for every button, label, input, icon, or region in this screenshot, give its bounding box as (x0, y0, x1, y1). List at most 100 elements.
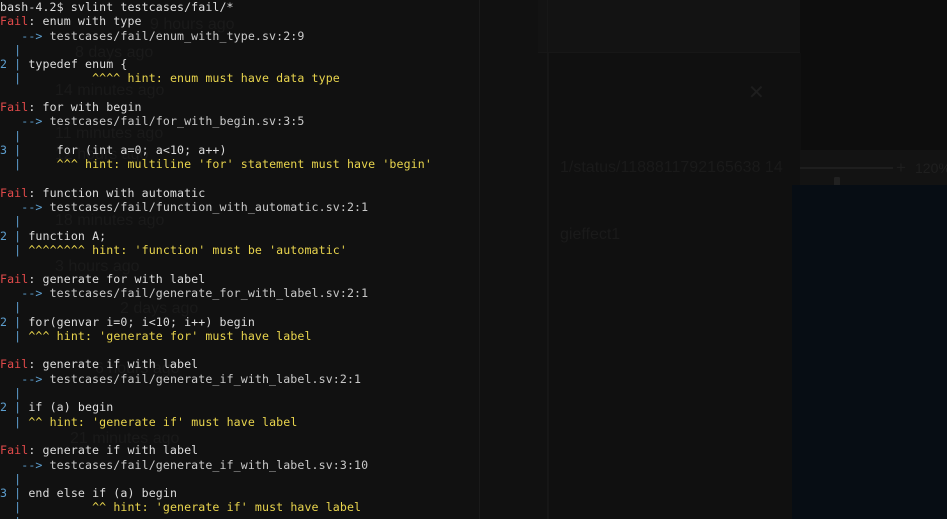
file-location: testcases/fail/function_with_automatic.s… (42, 200, 369, 215)
location-arrow-icon: --> (21, 457, 43, 472)
terminal-line: Fail: for with begin (0, 100, 480, 114)
terminal-line (0, 429, 480, 443)
background-navy-panel (792, 185, 947, 519)
caret-marker: ^^^^^^^^ (28, 243, 85, 258)
terminal-line: | ^^ hint: 'generate if' must have label (0, 500, 480, 514)
gutter-bar: | (0, 471, 22, 486)
zoom-slider-track[interactable] (800, 167, 893, 193)
fail-label: Fail (0, 100, 29, 115)
file-location: testcases/fail/enum_with_type.sv:2:9 (42, 28, 305, 43)
zoom-level-label: 120% (915, 160, 947, 176)
zoom-control-strip: + 120% (800, 150, 947, 193)
gutter-bar: | (0, 300, 22, 315)
terminal-line: 2 | function A; (0, 229, 480, 243)
screen-root: @ ☆ ⋮ ✕ 1/status/1188811792165638 14 gie… (0, 0, 947, 519)
terminal-line: | (0, 386, 480, 400)
location-arrow-icon: --> (21, 371, 43, 386)
close-icon[interactable]: ✕ (748, 80, 765, 105)
terminal-line (0, 86, 480, 100)
source-code: for (int a=0; a<10; a++) (21, 142, 227, 157)
fail-label: Fail (0, 14, 29, 29)
terminal-right-edge (479, 0, 480, 519)
hint-text: hint: enum must have data type (120, 71, 340, 86)
location-arrow-icon: --> (21, 114, 43, 129)
gutter-bar: | (0, 157, 22, 172)
terminal-line: 2 | typedef enum { (0, 57, 480, 71)
browser-toolbar: @ ☆ ⋮ (538, 0, 800, 53)
status-url-text: 1/status/1188811792165638 14 (560, 159, 783, 176)
caret-marker: ^^^ (56, 157, 78, 172)
file-location: testcases/fail/generate_if_with_label.sv… (42, 457, 369, 472)
fail-rule-name: : generate for with label (28, 271, 206, 286)
gutter-bar: | (0, 42, 22, 57)
gutter-bar: | (0, 328, 22, 343)
location-arrow-icon: --> (21, 285, 43, 300)
gutter-bar: | (0, 214, 22, 229)
handle-text: gieffect1 (560, 226, 621, 243)
zoom-in-button[interactable]: + (896, 158, 906, 178)
gutter-bar: | (0, 500, 22, 515)
terminal-line (0, 343, 480, 357)
terminal-line: 2 | if (a) begin (0, 400, 480, 414)
fail-label: Fail (0, 443, 29, 458)
fail-rule-name: : function with automatic (28, 185, 206, 200)
terminal-line: | ^^ hint: 'generate if' must have label (0, 415, 480, 429)
gutter-bar: | (0, 414, 22, 429)
terminal-line: | (0, 472, 480, 486)
hint-text: hint: multiline 'for' statement must hav… (77, 157, 432, 172)
file-location: testcases/fail/generate_if_with_label.sv… (42, 371, 362, 386)
caret-marker: ^^^^ (92, 71, 121, 86)
terminal-line: 3 | end else if (a) begin (0, 486, 480, 500)
gutter-bar: | (0, 386, 22, 401)
location-arrow-icon: --> (21, 200, 43, 215)
fail-rule-name: : enum with type (28, 14, 142, 29)
location-arrow-icon: --> (21, 28, 43, 43)
terminal-line: --> testcases/fail/function_with_automat… (0, 200, 480, 214)
fail-rule-name: : generate if with label (28, 443, 199, 458)
terminal-pane[interactable]: bash-4.2$ svlint testcases/fail/* Fail: e… (0, 0, 480, 519)
terminal-line: | (0, 214, 480, 228)
terminal-line: Fail: generate if with label (0, 357, 480, 371)
terminal-line (0, 257, 480, 271)
caret-marker: ^^^ (28, 328, 50, 343)
terminal-line: --> testcases/fail/generate_if_with_labe… (0, 372, 480, 386)
window-seam (547, 0, 548, 519)
terminal-line: --> testcases/fail/generate_for_with_lab… (0, 286, 480, 300)
terminal-line: | ^^^^^^^^ hint: 'function' must be 'aut… (0, 243, 480, 257)
fail-rule-name: : generate if with label (28, 357, 199, 372)
terminal-line: | (0, 129, 480, 143)
source-code: typedef enum { (21, 57, 128, 72)
gutter-bar: | (7, 314, 22, 329)
gutter-bar: | (7, 57, 22, 72)
terminal-line: | (0, 515, 480, 519)
terminal-line: | (0, 300, 480, 314)
fail-rule-name: : for with begin (28, 100, 142, 115)
terminal-line: Fail: generate if with label (0, 443, 480, 457)
terminal-line: Fail: enum with type (0, 14, 480, 28)
source-code: function A; (21, 228, 107, 243)
gutter-bar: | (7, 486, 22, 501)
fail-label: Fail (0, 185, 29, 200)
shell-prompt-command: bash-4.2$ svlint testcases/fail/* (0, 0, 234, 14)
gutter-bar: | (0, 243, 22, 258)
gutter-bar: | (7, 142, 22, 157)
source-code: if (a) begin (21, 400, 114, 415)
browser-page-content (548, 53, 801, 519)
terminal-line: --> testcases/fail/enum_with_type.sv:2:9 (0, 29, 480, 43)
terminal-line: bash-4.2$ svlint testcases/fail/* (0, 0, 480, 14)
terminal-line: Fail: generate for with label (0, 272, 480, 286)
terminal-line: | ^^^^ hint: enum must have data type (0, 71, 480, 85)
hint-text: hint: 'generate for' must have label (49, 328, 312, 343)
caret-marker: ^^ (28, 414, 43, 429)
gutter-bar: | (0, 515, 21, 519)
